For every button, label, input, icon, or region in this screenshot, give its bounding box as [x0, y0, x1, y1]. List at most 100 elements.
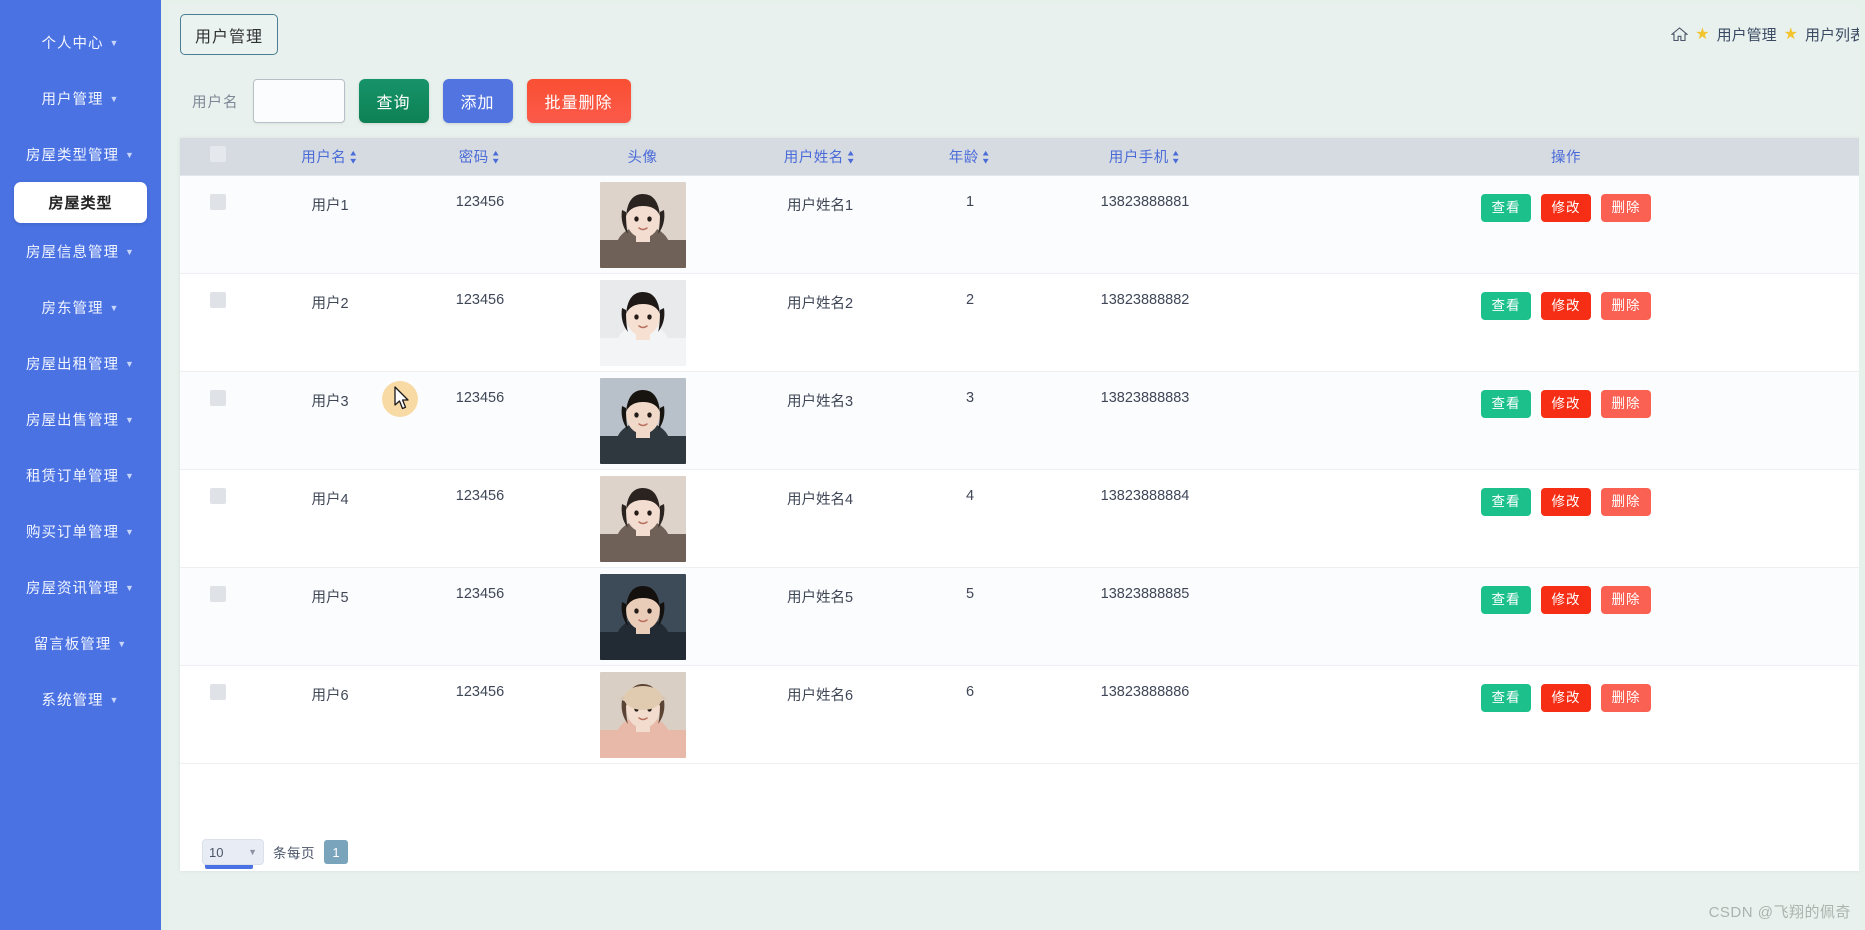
- cell-text-phone: 13823888883: [1100, 389, 1190, 406]
- topbar: 用户管理 ★ 用户管理 ★ 用户列表: [168, 4, 1865, 68]
- column-header-label: 用户名: [301, 149, 347, 166]
- avatar[interactable]: [599, 181, 686, 268]
- avatar[interactable]: [599, 279, 686, 366]
- sidebar-item-4[interactable]: 房屋信息管理 ▼: [0, 223, 161, 279]
- sidebar-item-6[interactable]: 房屋出租管理 ▼: [0, 335, 161, 391]
- column-header-label: 密码: [458, 149, 489, 166]
- view-button[interactable]: 查看: [1481, 389, 1531, 418]
- edit-button[interactable]: 修改: [1541, 487, 1591, 516]
- query-button[interactable]: 查询: [358, 79, 429, 123]
- breadcrumb-item-1[interactable]: 用户列表: [1805, 24, 1865, 45]
- avatar[interactable]: [599, 573, 686, 660]
- breadcrumb: ★ 用户管理 ★ 用户列表: [1670, 24, 1865, 45]
- table-row: 用户1 123456 用户姓名1 1 13823888881 查看 修改 删除: [180, 175, 1865, 274]
- avatar[interactable]: [599, 671, 686, 758]
- delete-button[interactable]: 删除: [1601, 389, 1651, 418]
- home-icon[interactable]: [1670, 27, 1689, 42]
- sidebar-item-9[interactable]: 购买订单管理 ▼: [0, 503, 161, 559]
- sidebar-item-label: 系统管理: [41, 692, 104, 709]
- sort-arrows-icon[interactable]: ▲ ▼: [491, 150, 501, 166]
- search-input[interactable]: [252, 79, 345, 123]
- row-checkbox[interactable]: [209, 291, 226, 308]
- edit-button[interactable]: 修改: [1541, 389, 1591, 418]
- sort-arrows-icon[interactable]: ▲ ▼: [846, 150, 856, 166]
- page-number-1[interactable]: 1: [324, 840, 348, 864]
- sort-arrows-icon[interactable]: ▲ ▼: [1171, 150, 1181, 166]
- sidebar-item-10[interactable]: 房屋资讯管理 ▼: [0, 559, 161, 615]
- edit-button[interactable]: 修改: [1541, 291, 1591, 320]
- row-checkbox[interactable]: [209, 585, 226, 602]
- sidebar-item-1[interactable]: 用户管理 ▼: [0, 70, 161, 126]
- cell-ops: 查看 修改 删除: [1260, 665, 1865, 764]
- row-checkbox[interactable]: [209, 193, 226, 210]
- sidebar-item-0[interactable]: 个人中心 ▼: [0, 14, 161, 70]
- tab-user-management[interactable]: 用户管理: [180, 14, 279, 55]
- add-button[interactable]: 添加: [442, 79, 513, 123]
- edit-button[interactable]: 修改: [1541, 585, 1591, 614]
- sidebar-item-12[interactable]: 系统管理 ▼: [0, 671, 161, 727]
- column-header-realname[interactable]: 用户姓名 ▲ ▼: [730, 138, 910, 176]
- cell-username: 用户1: [255, 175, 405, 274]
- breadcrumb-item-0[interactable]: 用户管理: [1717, 24, 1777, 45]
- cell-username: 用户2: [255, 273, 405, 372]
- row-checkbox[interactable]: [209, 389, 226, 406]
- cell-text-age: 5: [965, 585, 975, 602]
- column-header-username[interactable]: 用户名 ▲ ▼: [255, 138, 405, 176]
- chevron-down-icon: ▼: [109, 694, 120, 705]
- column-header-password[interactable]: 密码 ▲ ▼: [405, 138, 555, 176]
- cell-check: [180, 371, 255, 470]
- column-header-age[interactable]: 年龄 ▲ ▼: [910, 138, 1030, 176]
- sidebar-item-label: 个人中心: [41, 35, 104, 52]
- view-button[interactable]: 查看: [1481, 585, 1531, 614]
- cell-realname: 用户姓名5: [730, 567, 910, 666]
- column-header-phone[interactable]: 用户手机 ▲ ▼: [1030, 138, 1260, 176]
- cell-avatar: [555, 567, 730, 666]
- row-checkbox[interactable]: [209, 487, 226, 504]
- column-header-avatar: 头像: [555, 138, 730, 176]
- avatar[interactable]: [599, 475, 686, 562]
- user-table-container: 用户名 ▲ ▼ 密码 ▲ ▼ 头像 用户姓名 ▲ ▼ 年龄 ▲ ▼ 用户手机 ▲ ▼ 操作 用户1 123456 …: [180, 138, 1865, 871]
- column-header-check: [180, 138, 255, 176]
- view-button[interactable]: 查看: [1481, 291, 1531, 320]
- view-button[interactable]: 查看: [1481, 193, 1531, 222]
- view-button[interactable]: 查看: [1481, 487, 1531, 516]
- sidebar-submenu-item-3[interactable]: 房屋类型: [14, 182, 147, 223]
- table-header-row: 用户名 ▲ ▼ 密码 ▲ ▼ 头像 用户姓名 ▲ ▼ 年龄 ▲ ▼ 用户手机 ▲ ▼ 操作: [180, 138, 1865, 176]
- sidebar-item-11[interactable]: 留言板管理 ▼: [0, 615, 161, 671]
- edit-button[interactable]: 修改: [1541, 193, 1591, 222]
- view-button[interactable]: 查看: [1481, 683, 1531, 712]
- edit-button[interactable]: 修改: [1541, 683, 1591, 712]
- chevron-down-icon: ▼: [125, 470, 135, 481]
- select-all-checkbox[interactable]: [209, 146, 226, 163]
- batch-delete-button[interactable]: 批量删除: [526, 79, 631, 123]
- avatar[interactable]: [599, 377, 686, 464]
- cell-password: 123456: [405, 175, 555, 274]
- row-checkbox[interactable]: [209, 683, 226, 700]
- delete-button[interactable]: 删除: [1601, 585, 1651, 614]
- cell-text-username: 用户6: [311, 687, 349, 704]
- delete-button[interactable]: 删除: [1601, 193, 1651, 222]
- scrollbar-track[interactable]: [1859, 0, 1865, 930]
- cell-text-realname: 用户姓名1: [786, 197, 854, 214]
- delete-button[interactable]: 删除: [1601, 487, 1651, 516]
- cell-check: [180, 567, 255, 666]
- sidebar-item-7[interactable]: 房屋出售管理 ▼: [0, 391, 161, 447]
- sort-arrows-icon[interactable]: ▲ ▼: [348, 150, 358, 166]
- sidebar-item-2[interactable]: 房屋类型管理 ▼: [0, 126, 161, 182]
- delete-button[interactable]: 删除: [1601, 683, 1651, 712]
- cell-text-realname: 用户姓名6: [786, 687, 854, 704]
- cell-password: 123456: [405, 567, 555, 666]
- column-header-label: 年龄: [948, 149, 979, 166]
- sidebar-item-8[interactable]: 租赁订单管理 ▼: [0, 447, 161, 503]
- sidebar-item-5[interactable]: 房东管理 ▼: [0, 279, 161, 335]
- sort-arrows-icon[interactable]: ▲ ▼: [981, 150, 991, 166]
- cell-text-realname: 用户姓名3: [786, 393, 854, 410]
- table-row: 用户5 123456 用户姓名5 5 13823888885 查看 修改 删除: [180, 567, 1865, 666]
- delete-button[interactable]: 删除: [1601, 291, 1651, 320]
- chevron-down-icon: ▼: [125, 414, 135, 425]
- app-root: 个人中心 ▼ 用户管理 ▼ 房屋类型管理 ▼ 房屋类型 房屋信息管理 ▼ 房东管理 ▼ 房屋出租管理 ▼…: [0, 0, 1865, 930]
- page-size-select[interactable]: 10 ▼: [202, 839, 264, 867]
- cell-phone: 13823888882: [1030, 273, 1260, 372]
- column-header-label: 操作: [1551, 149, 1581, 166]
- cell-check: [180, 665, 255, 764]
